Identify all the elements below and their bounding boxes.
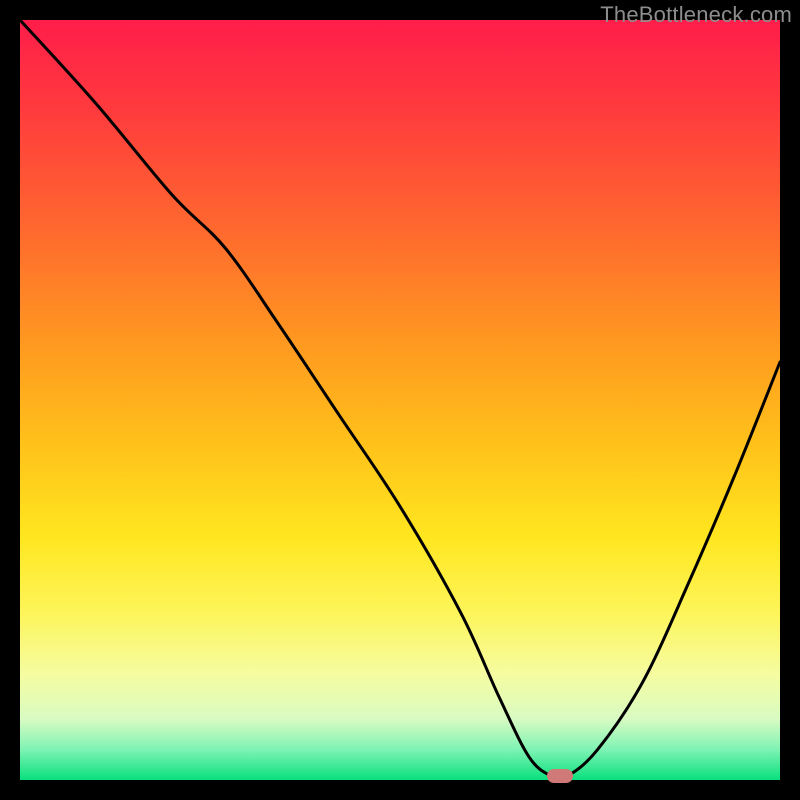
watermark-text: TheBottleneck.com bbox=[600, 2, 792, 28]
bottleneck-curve bbox=[20, 20, 780, 780]
optimal-marker bbox=[547, 769, 573, 783]
chart-frame: TheBottleneck.com bbox=[0, 0, 800, 800]
plot-area bbox=[20, 20, 780, 780]
